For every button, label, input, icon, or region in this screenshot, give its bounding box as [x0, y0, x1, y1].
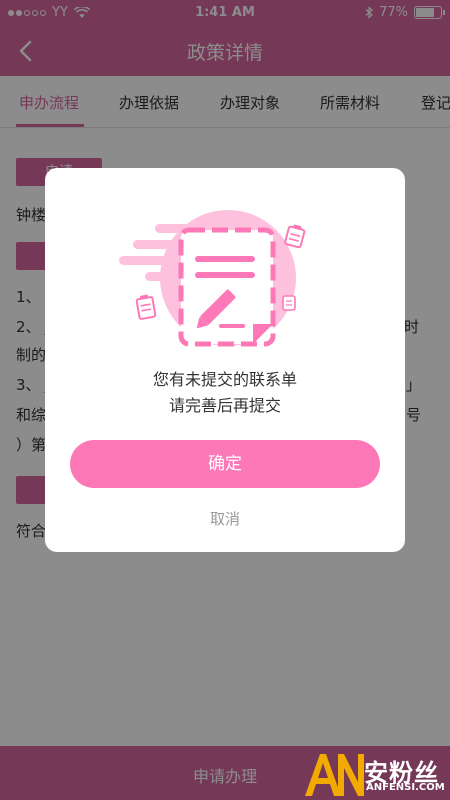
- cancel-button[interactable]: 取消: [175, 508, 275, 532]
- confirm-button[interactable]: 确定: [70, 440, 380, 488]
- unsubmitted-dialog: 您有未提交的联系单 请完善后再提交 确定 取消: [45, 168, 405, 552]
- anfensi-logo-icon: [305, 754, 364, 796]
- document-edit-icon: [119, 210, 306, 347]
- watermark-logo: 安粉丝 ANFENSI.COM: [302, 750, 450, 800]
- dialog-message-line2: 请完善后再提交: [168, 396, 281, 415]
- watermark-en: ANFENSI.COM: [366, 782, 445, 793]
- dialog-message-line1: 您有未提交的联系单: [152, 370, 297, 389]
